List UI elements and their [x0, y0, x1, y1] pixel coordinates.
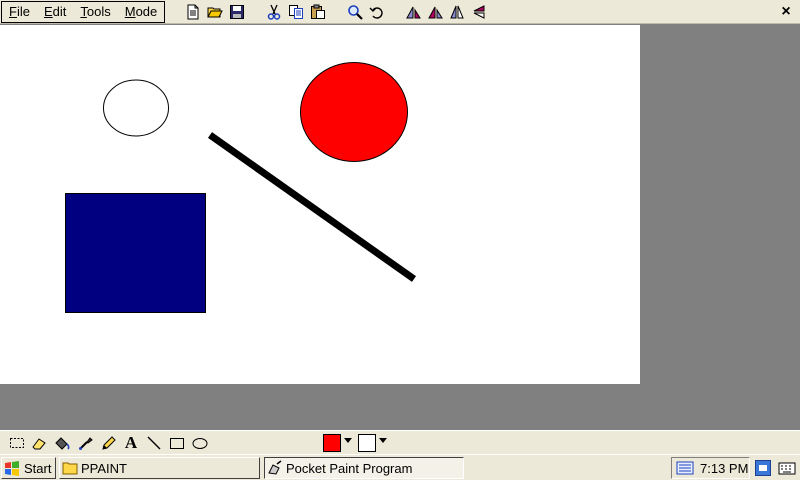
text-glyph: A	[124, 433, 138, 452]
folder-task-label: PPAINT	[81, 460, 127, 476]
white-ellipse	[103, 79, 169, 137]
flip-vertical-icon[interactable]	[468, 2, 490, 22]
taskbar: Start PPAINT Pocket Paint Program 7:13 P…	[0, 454, 800, 480]
background-dropdown-arrow[interactable]	[379, 438, 387, 443]
paste-icon[interactable]	[307, 2, 329, 22]
canvas-drawing	[65, 62, 417, 313]
taskbar-folder-ppaint[interactable]: PPAINT	[59, 457, 260, 479]
text-icon[interactable]: A	[120, 433, 142, 453]
eyedropper-icon[interactable]	[75, 433, 97, 453]
fill-icon[interactable]	[51, 433, 73, 453]
rectangle-icon[interactable]	[166, 433, 188, 453]
navy-rectangle	[65, 193, 206, 313]
cut-icon[interactable]	[263, 2, 285, 22]
transform-toolbar	[402, 2, 490, 22]
menu-edit[interactable]: Edit	[37, 2, 73, 22]
app-task-label: Pocket Paint Program	[286, 460, 413, 476]
start-label: Start	[24, 460, 52, 476]
background-color-swatch[interactable]	[358, 434, 376, 452]
eraser-icon[interactable]	[28, 433, 50, 453]
input-panel-icon[interactable]	[676, 461, 694, 475]
copy-icon[interactable]	[285, 2, 307, 22]
zoom-icon[interactable]	[344, 2, 366, 22]
view-toolbar	[344, 2, 388, 22]
taskbar-pocket-paint[interactable]: Pocket Paint Program	[264, 457, 464, 479]
windows-logo-icon	[5, 461, 19, 476]
rotate-right-icon[interactable]	[424, 2, 446, 22]
clock: 7:13 PM	[700, 460, 749, 476]
paint-app-icon	[268, 460, 282, 475]
file-toolbar	[182, 2, 248, 22]
keyboard-icon[interactable]	[777, 458, 797, 478]
foreground-dropdown-arrow[interactable]	[344, 438, 352, 443]
system-tray: 7:13 PM	[671, 457, 750, 479]
open-icon[interactable]	[204, 2, 226, 22]
folder-icon	[62, 462, 78, 475]
menu-bar: File Edit Tools Mode	[1, 1, 166, 23]
red-circle	[300, 62, 408, 162]
line-icon[interactable]	[143, 433, 165, 453]
desktop-icon[interactable]	[753, 458, 773, 478]
rotate-left-icon[interactable]	[402, 2, 424, 22]
black-line	[207, 132, 417, 282]
new-icon[interactable]	[182, 2, 204, 22]
menu-file[interactable]: File	[2, 2, 37, 22]
start-button[interactable]: Start	[1, 457, 56, 479]
close-button[interactable]: ×	[776, 2, 796, 22]
undo-icon[interactable]	[366, 2, 388, 22]
menu-tools[interactable]: Tools	[73, 2, 117, 22]
foreground-color-swatch[interactable]	[323, 434, 341, 452]
select-icon[interactable]	[6, 433, 28, 453]
save-icon[interactable]	[226, 2, 248, 22]
flip-horizontal-icon[interactable]	[446, 2, 468, 22]
ellipse-icon[interactable]	[189, 433, 211, 453]
pencil-icon[interactable]	[97, 433, 119, 453]
drawing-canvas[interactable]	[0, 25, 640, 384]
menu-mode[interactable]: Mode	[118, 2, 165, 22]
drawing-tools-bar: A	[0, 430, 800, 454]
top-bar: File Edit Tools Mode ×	[0, 0, 800, 24]
edit-toolbar	[263, 2, 329, 22]
